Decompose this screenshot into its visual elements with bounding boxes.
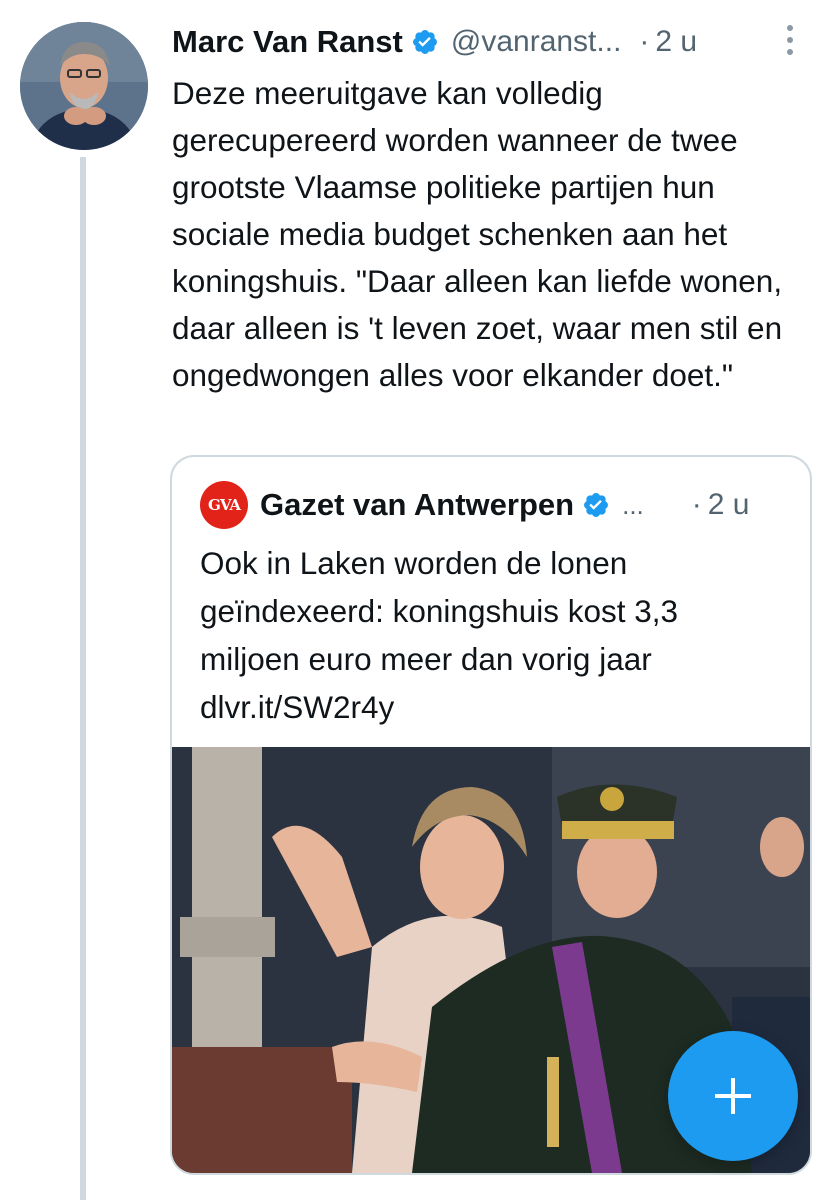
quoted-tweet-text: Ook in Laken worden de lonen geïndexeerd… — [200, 539, 790, 731]
quoted-text-line: miljoen euro meer dan vorig jaar — [200, 641, 652, 677]
verified-badge-icon — [412, 30, 437, 54]
quoted-author-handle: ... — [622, 489, 644, 520]
plus-icon — [715, 1078, 751, 1114]
quoted-text-line: Ook in Laken worden de lonen — [200, 545, 628, 581]
thread-connector-line — [80, 157, 86, 1200]
gva-logo: GVA — [200, 481, 248, 529]
tweet-header: Marc Van Ranst @vanranst... · 2 u — [172, 20, 812, 64]
quoted-author-name[interactable]: Gazet van Antwerpen — [260, 487, 574, 523]
compose-tweet-button[interactable] — [668, 1031, 798, 1161]
quoted-tweet-timestamp: 2 u — [707, 488, 750, 521]
quoted-text-line: geïndexeerd: koningshuis kost 3,3 — [200, 593, 679, 629]
quoted-tweet-link[interactable]: dlvr.it/SW2r4y — [200, 683, 790, 731]
separator-dot: · — [691, 488, 702, 521]
verified-badge-icon — [584, 493, 609, 517]
avatar[interactable] — [20, 22, 148, 150]
author-name[interactable]: Marc Van Ranst — [172, 24, 403, 60]
tweet-timestamp[interactable]: 2 u — [655, 25, 697, 59]
author-handle[interactable]: @vanranst... — [451, 25, 622, 59]
quoted-tweet-header: GVA Gazet van Antwerpen ... · 2 u — [200, 481, 790, 529]
separator-dot: · — [639, 25, 650, 58]
more-vertical-icon[interactable] — [782, 20, 798, 60]
tweet-text: Deze meeruitgave kan volledig gerecupere… — [172, 75, 783, 393]
